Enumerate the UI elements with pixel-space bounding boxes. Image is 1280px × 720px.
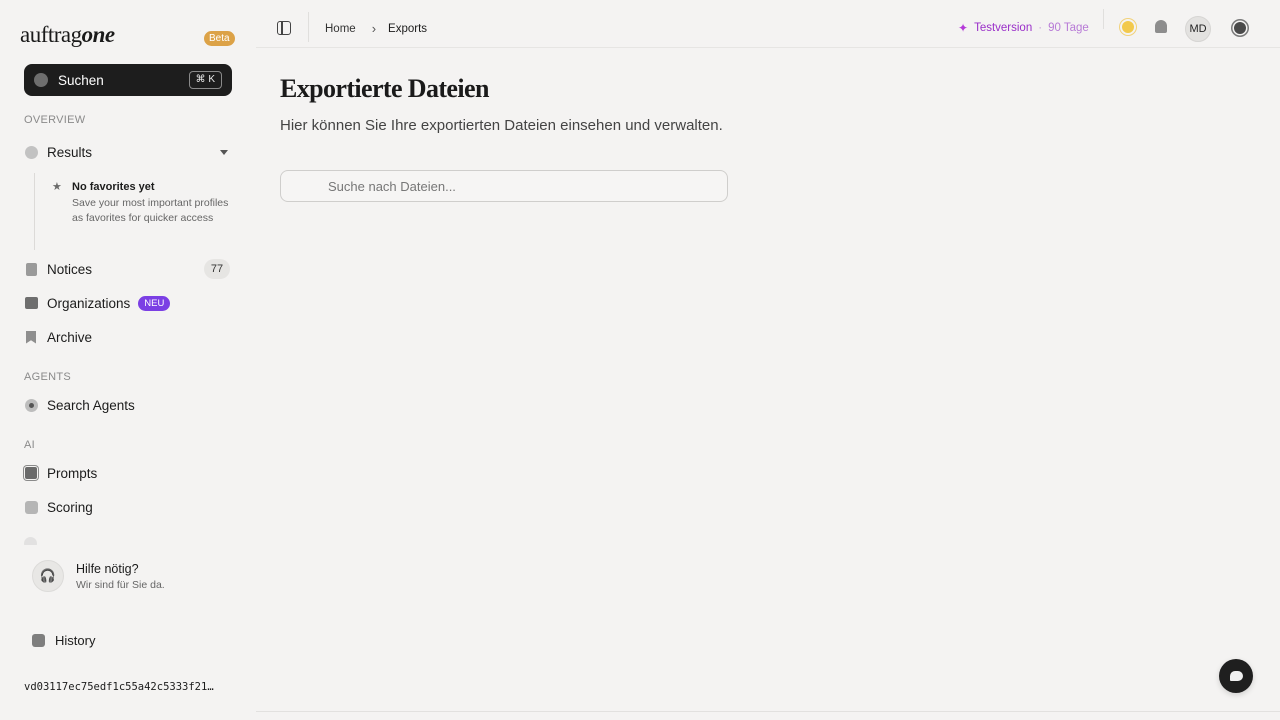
sidebar-item-label: Notices <box>47 261 93 277</box>
star-icon: ★ <box>52 181 62 193</box>
faded-item-icon <box>24 537 37 545</box>
headphones-icon: 🎧 <box>32 560 64 592</box>
sidebar-item-results[interactable]: Results <box>24 139 232 165</box>
divider <box>308 12 309 42</box>
sidebar-item-archive[interactable]: Archive <box>24 324 232 350</box>
sidebar-item-scoring[interactable]: Scoring <box>24 494 232 520</box>
sidebar-toggle-icon[interactable] <box>277 21 291 35</box>
search-label: Suchen <box>58 72 104 88</box>
breadcrumb: Home › Exports <box>325 21 427 36</box>
chat-bubble-icon <box>1229 671 1243 681</box>
brand-name-part2: one <box>81 22 116 47</box>
sidebar-item-organizations[interactable]: Organizations NEU <box>24 290 232 316</box>
brand-logo[interactable]: auftrag one <box>20 22 115 50</box>
scroll-fade-hint <box>24 531 232 545</box>
new-badge: NEU <box>138 295 171 311</box>
sidebar-item-label: Archive <box>47 329 93 345</box>
results-icon <box>24 145 38 159</box>
magic-wand-icon: ✦ <box>958 21 969 35</box>
trial-label: Testversion <box>974 22 1033 34</box>
beta-badge: Beta <box>204 31 235 46</box>
chevron-down-icon[interactable] <box>220 149 228 155</box>
section-label-agents: AGENTS <box>24 371 72 383</box>
sidebar: auftrag one Beta Suchen ⌘ K OVERVIEW Resu… <box>0 0 256 720</box>
document-icon <box>25 262 37 276</box>
section-label-overview: OVERVIEW <box>24 114 86 126</box>
trial-days: 90 Tage <box>1048 22 1089 34</box>
version-hash: vd03117ec75edf1c55a42c5333f21… <box>24 681 214 693</box>
building-icon <box>24 297 38 309</box>
sidebar-item-label: Organizations <box>47 295 131 311</box>
top-bar: Home › Exports ✦ Testversion · 90 Tage M… <box>256 0 1280 48</box>
favorites-empty-description: Save your most important profiles as fav… <box>72 197 229 224</box>
help-title: Hilfe nötig? <box>76 561 139 576</box>
sidebar-item-label: Results <box>47 144 93 160</box>
tree-line <box>34 173 35 250</box>
breadcrumb-home[interactable]: Home <box>325 23 356 35</box>
search-shortcut: ⌘ K <box>188 71 222 89</box>
trial-indicator[interactable]: ✦ Testversion · 90 Tage <box>958 21 1089 35</box>
section-label-ai: AI <box>24 439 35 451</box>
trial-separator: · <box>1038 22 1043 34</box>
history-icon <box>32 633 45 647</box>
chat-button[interactable] <box>1219 659 1253 693</box>
sidebar-item-search-agents[interactable]: Search Agents <box>24 392 232 418</box>
gear-icon[interactable] <box>1234 22 1246 34</box>
sidebar-item-label: Prompts <box>47 465 98 481</box>
agent-icon <box>24 398 38 412</box>
history-label: History <box>55 632 96 648</box>
search-icon <box>34 73 48 87</box>
notices-count-badge: 77 <box>204 259 230 279</box>
breadcrumb-current: Exports <box>388 22 428 35</box>
main-content: Home › Exports ✦ Testversion · 90 Tage M… <box>256 0 1280 712</box>
favorites-empty-state: ★ No favorites yet Save your most import… <box>52 180 232 226</box>
sidebar-item-label: Search Agents <box>47 397 135 413</box>
sidebar-item-label: Scoring <box>47 499 93 515</box>
sun-icon[interactable] <box>1122 21 1134 33</box>
scoring-icon <box>24 500 38 514</box>
page-title: Exportierte Dateien <box>280 74 489 103</box>
help-subtitle: Wir sind für Sie da. <box>76 578 165 591</box>
avatar[interactable]: MD <box>1185 16 1211 42</box>
bookmark-icon <box>26 330 36 344</box>
sidebar-item-prompts[interactable]: Prompts <box>24 460 232 486</box>
favorites-empty-title: No favorites yet <box>72 180 155 193</box>
search-button[interactable]: Suchen ⌘ K <box>24 64 232 96</box>
help-card[interactable]: 🎧 Hilfe nötig? Wir sind für Sie da. <box>24 552 232 600</box>
chevron-right-icon: › <box>371 21 377 36</box>
chip-icon <box>25 467 37 479</box>
bell-icon[interactable] <box>1155 20 1167 33</box>
divider <box>1103 9 1104 29</box>
brand-name-part1: auftrag <box>20 22 82 47</box>
page-subtitle: Hier können Sie Ihre exportierten Dateie… <box>280 117 723 134</box>
file-search-input[interactable] <box>280 170 728 202</box>
sidebar-item-notices[interactable]: Notices 77 <box>24 256 232 282</box>
sidebar-item-history[interactable]: History <box>32 628 95 652</box>
